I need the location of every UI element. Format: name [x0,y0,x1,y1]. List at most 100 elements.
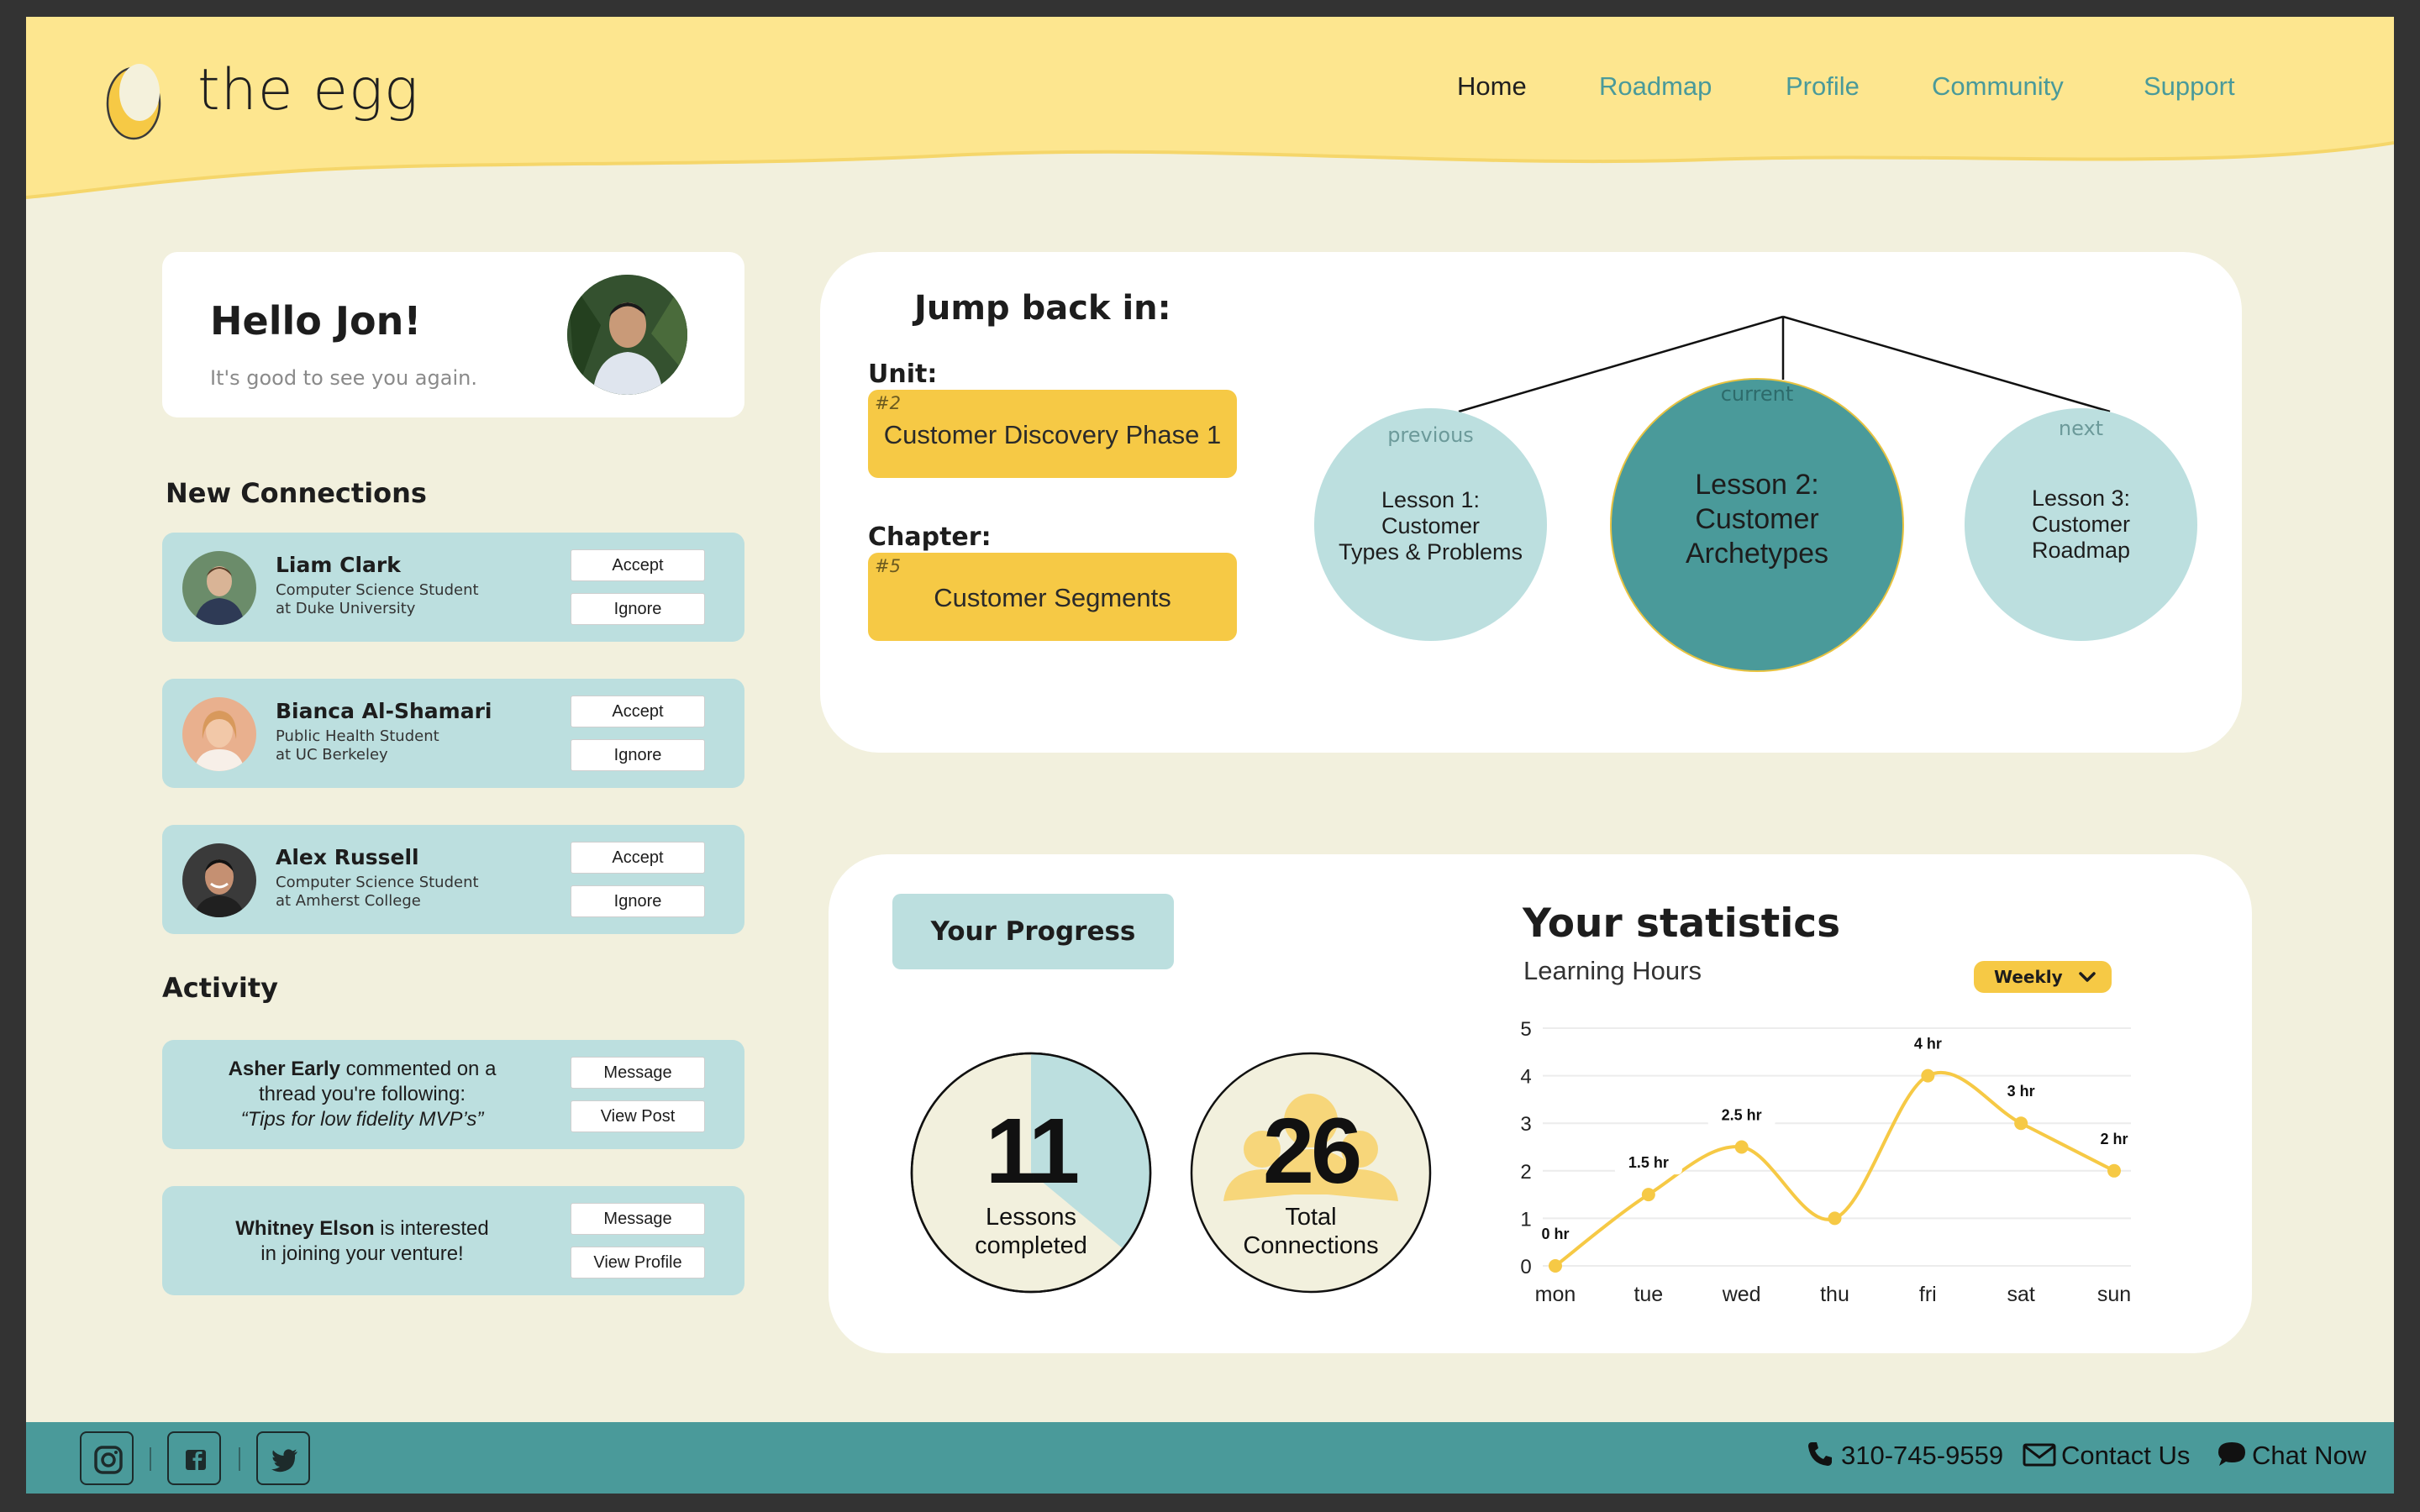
ignore-button[interactable]: Ignore [571,885,705,917]
activity-text: Whitney Elson is interested in joining y… [235,1217,489,1265]
period-value: Weekly [1994,967,2063,987]
data-label: 2.5 hr [1722,1107,1762,1124]
contact-link[interactable]: Contact Us [2023,1441,2190,1471]
data-label: 1.5 hr [1628,1154,1669,1171]
avatar[interactable] [182,697,256,771]
data-point[interactable] [1641,1188,1655,1202]
ignore-button[interactable]: Ignore [571,739,705,771]
period-dropdown[interactable]: Weekly [1974,961,2112,993]
connections-stat: 26 Total Connections [1190,1052,1432,1294]
accept-button[interactable]: Accept [571,549,705,581]
stats-title: Your statistics [1523,900,1841,947]
connection-school: at Amherst College [276,892,421,910]
view-post-button[interactable]: View Post [571,1100,705,1132]
activity-item: Asher Early commented on a thread you're… [162,1040,744,1149]
greeting-card: Hello Jon! It's good to see you again. [162,252,744,417]
lesson-name-line1: Customer [1381,513,1481,538]
connection-school: at UC Berkeley [276,746,388,764]
lesson-next[interactable]: next Lesson 3: Customer Roadmap [1965,408,2197,641]
data-point[interactable] [1549,1259,1562,1273]
y-tick-label: 3 [1520,1113,1531,1136]
connection-card: Alex Russell Computer Science Student at… [162,825,744,934]
lessons-label-1: Lessons [985,1204,1076,1231]
data-label: 0 hr [1541,1226,1569,1242]
activity-item: Whitney Elson is interested in joining y… [162,1186,744,1295]
data-point[interactable] [1828,1211,1842,1226]
x-tick-label: sat [2007,1283,2034,1306]
x-tick-label: tue [1634,1283,1663,1306]
phone-number: 310-745-9559 [1841,1441,2004,1470]
y-tick-label: 1 [1520,1208,1531,1231]
message-button[interactable]: Message [571,1203,705,1235]
thread-title[interactable]: “Tips for low fidelity MVP’s” [241,1108,484,1131]
stats-subtitle: Learning Hours [1523,956,1702,985]
divider [239,1447,240,1471]
app-name[interactable]: the egg [197,57,419,123]
greeting-subtitle: It's good to see you again. [210,366,477,390]
jump-back-card: Jump back in: Unit: #2 Customer Discover… [820,252,2242,753]
data-point[interactable] [1921,1068,1935,1083]
facebook-icon[interactable] [167,1431,221,1485]
lesson-name-line2: Types & Problems [1338,539,1523,564]
nav-home[interactable]: Home [1457,71,1527,102]
lessons-label-2: completed [975,1232,1087,1259]
connection-card: Bianca Al-Shamari Public Health Student … [162,679,744,788]
data-label: 3 hr [2007,1083,2035,1100]
lesson-previous[interactable]: previous Lesson 1: Customer Types & Prob… [1314,408,1547,641]
activity-title: Activity [162,972,278,1004]
lesson-name-line2: Roadmap [2031,538,2131,563]
chat-label: Chat Now [2252,1441,2367,1470]
lesson-number: Lesson 2: [1695,469,1819,501]
user-avatar[interactable] [567,275,687,395]
connection-school: at Duke University [276,600,416,617]
activity-actor[interactable]: Whitney Elson [235,1217,374,1240]
y-tick-label: 0 [1520,1256,1531,1278]
ignore-button[interactable]: Ignore [571,593,705,625]
message-button[interactable]: Message [571,1057,705,1089]
lesson-tag: previous [1387,423,1474,447]
contact-label: Contact Us [2061,1441,2191,1470]
lessons-count: 11 [985,1100,1080,1203]
phone-link[interactable]: 310-745-9559 [1806,1441,2003,1471]
nav-roadmap[interactable]: Roadmap [1599,71,1712,102]
instagram-icon[interactable] [80,1431,134,1485]
data-point[interactable] [1734,1140,1749,1154]
connections-count: 26 [1262,1100,1362,1203]
lesson-name-line1: Customer [2031,512,2131,537]
footer: 310-745-9559 Contact Us Chat Now [26,1422,2394,1494]
y-tick-label: 5 [1520,1018,1531,1041]
lesson-current[interactable]: current Lesson 2: Customer Archetypes [1610,378,1904,672]
lesson-name-line2: Archetypes [1685,538,1829,570]
connection-role: Computer Science Student [276,874,479,891]
x-tick-label: fri [1919,1283,1937,1306]
connections-label-2: Connections [1243,1232,1379,1259]
mail-icon [2023,1443,2056,1467]
your-progress-button[interactable]: Your Progress [892,894,1174,969]
data-point[interactable] [2107,1163,2121,1178]
greeting-title: Hello Jon! [210,298,422,344]
lesson-tag: next [2058,417,2104,440]
egg-logo-icon[interactable] [106,55,165,143]
activity-text: Asher Early commented on a thread you're… [228,1058,497,1131]
twitter-icon[interactable] [256,1431,310,1485]
accept-button[interactable]: Accept [571,696,705,727]
x-tick-label: wed [1722,1283,1761,1306]
nav-community[interactable]: Community [1932,71,2064,102]
avatar[interactable] [182,551,256,625]
progress-card: Your Progress 11 Lessons completed 26 To… [829,854,2252,1353]
view-profile-button[interactable]: View Profile [571,1247,705,1278]
app-window: the egg Home Roadmap Profile Community S… [26,17,2394,1494]
chat-link[interactable]: Chat Now [2217,1441,2366,1471]
lesson-tag: current [1720,382,1794,406]
activity-actor[interactable]: Asher Early [229,1058,340,1080]
accept-button[interactable]: Accept [571,842,705,874]
data-point[interactable] [2014,1116,2028,1131]
nav-support[interactable]: Support [2144,71,2235,102]
y-tick-label: 4 [1520,1066,1531,1089]
connection-role: Public Health Student [276,727,439,745]
header: the egg Home Roadmap Profile Community S… [26,17,2394,218]
avatar[interactable] [182,843,256,917]
phone-icon [1808,1442,1832,1466]
chevron-down-icon [2078,961,2096,1003]
nav-profile[interactable]: Profile [1786,71,1860,102]
